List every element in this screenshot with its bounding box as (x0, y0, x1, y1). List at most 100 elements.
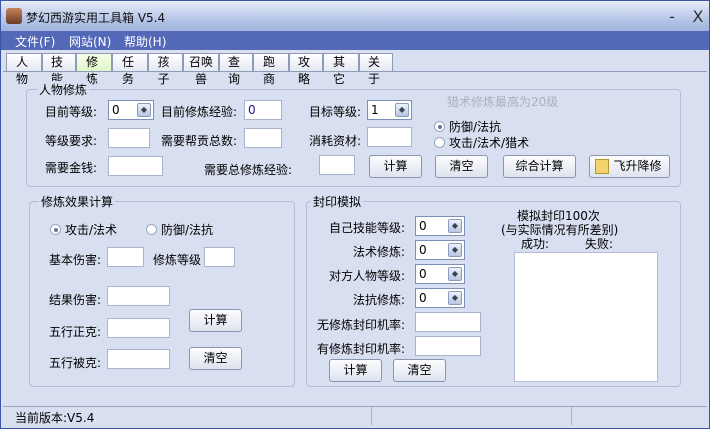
sim-result-list[interactable] (514, 252, 658, 382)
fly-label: 飞升降修 (613, 159, 662, 173)
tab-other[interactable]: 其 它 (323, 53, 359, 86)
base-damage-input[interactable] (107, 247, 144, 267)
version-status: 当前版本:V5.4 (15, 411, 95, 425)
combo-calc-button[interactable]: 综合计算 (503, 155, 576, 178)
menu-file[interactable]: 文件(F) (15, 33, 55, 50)
radio-defense-resist[interactable]: 防御/法抗 (146, 221, 213, 238)
enemy-level-spinner[interactable]: 0 ◆ (415, 264, 465, 284)
cult-level-input[interactable] (204, 247, 235, 267)
title-bar: 梦幻西游实用工具箱 V5.4 - X (1, 1, 709, 31)
target-level-label: 目标等级: (309, 105, 362, 119)
magic-cult-value: 0 (419, 243, 427, 257)
current-level-spinner[interactable]: 0 ◆ (108, 100, 154, 120)
current-exp-input[interactable]: 0 (244, 100, 282, 120)
radio-icon (146, 224, 157, 235)
spin-arrows-icon[interactable]: ◆ (448, 291, 462, 305)
result-damage-label: 结果伤害: (49, 293, 102, 307)
minimize-button[interactable]: - (661, 7, 683, 26)
radio-label: 攻击/法术 (65, 223, 118, 237)
radio-attack[interactable]: 攻击/法术/猎术 (434, 134, 529, 151)
element-advantage-input[interactable] (107, 318, 170, 338)
tab-guide[interactable]: 攻 略 (289, 53, 323, 86)
spin-arrows-icon[interactable]: ◆ (448, 243, 462, 257)
tab-quests[interactable]: 任 务 (112, 53, 148, 86)
magic-cult-spinner[interactable]: 0 ◆ (415, 240, 465, 260)
effect-clear-button[interactable]: 清空 (189, 347, 242, 370)
tab-character[interactable]: 人 物 (6, 53, 42, 86)
document-icon (595, 159, 609, 174)
tab-pets[interactable]: 召唤兽 (183, 53, 219, 86)
no-cult-rate-input[interactable] (415, 312, 481, 332)
radio-icon (434, 137, 445, 148)
spin-arrows-icon[interactable]: ◆ (448, 267, 462, 281)
tab-query[interactable]: 查 询 (219, 53, 253, 86)
contribution-input[interactable] (244, 128, 282, 148)
radio-icon (434, 121, 445, 132)
tab-divider (3, 71, 707, 72)
money-input[interactable] (108, 156, 163, 176)
cult-rate-input[interactable] (415, 336, 481, 356)
enemy-level-label: 对方人物等级: (329, 269, 406, 283)
resist-cult-value: 0 (419, 291, 427, 305)
app-icon (6, 8, 22, 24)
contribution-label: 需要帮贡总数: (161, 134, 238, 148)
material-label: 消耗资材: (309, 134, 362, 148)
current-exp-label: 目前修炼经验: (161, 105, 238, 119)
no-cult-rate-label: 无修炼封印机率: (317, 318, 406, 332)
tab-trade[interactable]: 跑 商 (253, 53, 289, 86)
clear-button[interactable]: 清空 (435, 155, 488, 178)
tab-cultivation[interactable]: 修 炼 (76, 53, 112, 86)
status-divider (371, 407, 372, 425)
radio-label: 攻击/法术/猎术 (449, 136, 530, 150)
window-title: 梦幻西游实用工具箱 V5.4 (26, 11, 166, 25)
success-label: 成功: (521, 237, 550, 251)
resist-cult-label: 法抗修炼: (353, 293, 406, 307)
material-input[interactable] (367, 127, 412, 147)
radio-attack-magic[interactable]: 攻击/法术 (50, 221, 117, 238)
own-skill-value: 0 (419, 219, 427, 233)
calc-button[interactable]: 计算 (369, 155, 422, 178)
fail-label: 失败: (585, 237, 614, 251)
element-advantage-label: 五行正克: (49, 325, 102, 339)
element-disadvantage-input[interactable] (107, 349, 170, 369)
total-exp-input[interactable] (319, 155, 355, 175)
current-level-value: 0 (112, 103, 120, 117)
menu-help[interactable]: 帮助(H) (124, 33, 166, 50)
effect-calc-button[interactable]: 计算 (189, 309, 242, 332)
money-label: 需要金钱: (45, 161, 98, 175)
tab-about[interactable]: 关 于 (359, 53, 393, 86)
fly-button[interactable]: 飞升降修 (589, 155, 670, 178)
tab-children[interactable]: 孩 子 (148, 53, 183, 86)
status-bar (3, 406, 707, 426)
element-disadvantage-label: 五行被克: (49, 356, 102, 370)
seal-clear-button[interactable]: 清空 (393, 359, 446, 382)
result-damage-input[interactable] (107, 286, 170, 306)
status-divider (571, 407, 572, 425)
group-legend: 人物修炼 (37, 81, 90, 98)
hunting-max-note: 猎术修炼最高为20级 (447, 95, 559, 109)
seal-calc-button[interactable]: 计算 (329, 359, 382, 382)
app-window: 梦幻西游实用工具箱 V5.4 - X 文件(F) 网站(N) 帮助(H) 人 物… (0, 0, 710, 429)
own-skill-label: 自己技能等级: (329, 221, 406, 235)
magic-cult-label: 法术修炼: (353, 245, 406, 259)
group-legend: 修炼效果计算 (39, 193, 116, 210)
level-requirement-label: 等级要求: (45, 134, 98, 148)
base-damage-label: 基本伤害: (49, 253, 102, 267)
own-skill-spinner[interactable]: 0 ◆ (415, 216, 465, 236)
spin-arrows-icon[interactable]: ◆ (137, 103, 151, 117)
resist-cult-spinner[interactable]: 0 ◆ (415, 288, 465, 308)
spin-arrows-icon[interactable]: ◆ (448, 219, 462, 233)
radio-icon (50, 224, 61, 235)
cult-level-label: 修炼等级 (153, 253, 202, 267)
radio-label: 防御/法抗 (449, 120, 502, 134)
spin-arrows-icon[interactable]: ◆ (395, 103, 409, 117)
target-level-spinner[interactable]: 1 ◆ (367, 100, 412, 120)
radio-label: 防御/法抗 (161, 223, 214, 237)
tab-skills[interactable]: 技 能 (42, 53, 76, 86)
level-requirement-input[interactable] (108, 128, 150, 148)
menu-website[interactable]: 网站(N) (69, 33, 111, 50)
close-button[interactable]: X (687, 7, 709, 26)
enemy-level-value: 0 (419, 267, 427, 281)
menu-bar: 文件(F) 网站(N) 帮助(H) (1, 31, 709, 50)
radio-defense[interactable]: 防御/法抗 (434, 118, 501, 135)
